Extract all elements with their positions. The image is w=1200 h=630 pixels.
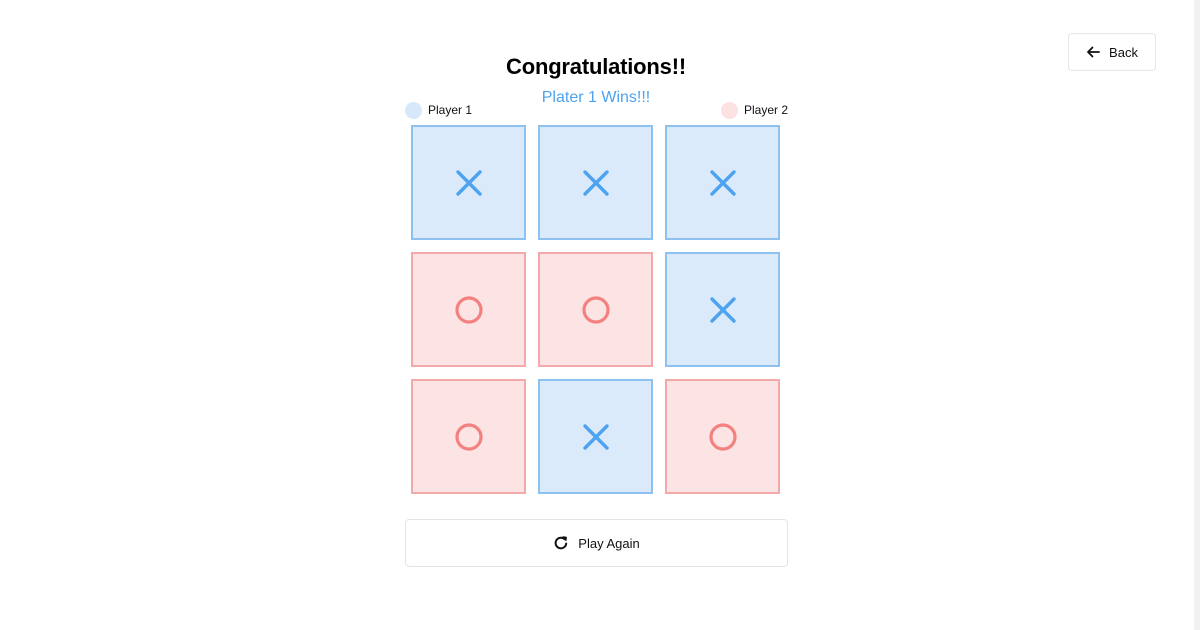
x-mark-icon	[582, 423, 609, 450]
winner-message: Plater 1 Wins!!!	[541, 89, 651, 106]
scrollbar-track[interactable]	[1194, 0, 1200, 630]
player-1-color-dot	[405, 101, 422, 119]
player-1-label: Player 1	[428, 103, 473, 117]
o-mark-icon	[581, 295, 610, 324]
o-mark-icon	[454, 422, 483, 451]
x-mark-icon	[709, 169, 736, 196]
play-again-button[interactable]: Play Again	[405, 519, 788, 567]
board-cell-9[interactable]	[665, 379, 780, 494]
board-cell-7[interactable]	[411, 379, 526, 494]
x-mark-icon	[582, 169, 609, 196]
game-board	[411, 125, 781, 495]
player-2-color-dot	[721, 101, 738, 119]
board-cell-4[interactable]	[411, 252, 526, 367]
x-mark-icon	[709, 296, 736, 323]
o-mark-icon	[708, 422, 737, 451]
result-title: Congratulations!!	[506, 54, 686, 79]
o-mark-icon	[454, 295, 483, 324]
legend-player-2: Player 2	[721, 100, 788, 120]
x-mark-icon	[455, 169, 482, 196]
player-2-label: Player 2	[744, 103, 789, 117]
legend-player-1: Player 1	[405, 100, 472, 120]
board-cell-1[interactable]	[411, 125, 526, 240]
board-cell-3[interactable]	[665, 125, 780, 240]
refresh-icon	[554, 536, 568, 550]
game-page: Back Congratulations!! Plater 1 Wins!!! …	[0, 0, 1200, 630]
board-cell-8[interactable]	[538, 379, 653, 494]
board-cell-5[interactable]	[538, 252, 653, 367]
board-cell-2[interactable]	[538, 125, 653, 240]
play-again-label: Play Again	[578, 535, 640, 551]
board-cell-6[interactable]	[665, 252, 780, 367]
